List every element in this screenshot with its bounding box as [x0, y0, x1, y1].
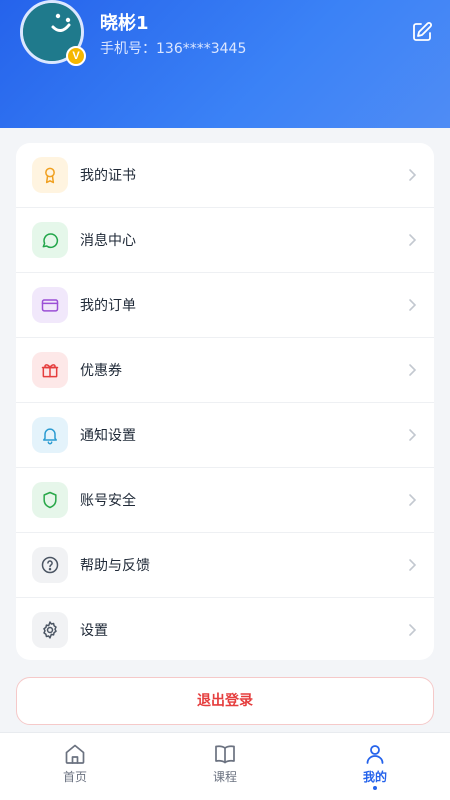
menu-card: 我的证书 消息中心 我的订单 优惠券 通知设置 账号安全 帮助与反馈 设置: [16, 143, 434, 660]
shield-icon: [32, 482, 68, 518]
profile-header: V 晓彬1 手机号：136****3445: [0, 0, 450, 128]
menu-item-notifications[interactable]: 通知设置: [16, 403, 434, 468]
active-tab-indicator: [373, 786, 377, 790]
menu-item-label: 消息中心: [80, 233, 136, 249]
vip-badge: V: [66, 46, 86, 66]
menu-item-account-security[interactable]: 账号安全: [16, 468, 434, 533]
tab-home[interactable]: 首页: [0, 733, 150, 800]
menu-item-coupons[interactable]: 优惠券: [16, 338, 434, 403]
username: 晓彬1: [100, 13, 149, 34]
tab-label: 首页: [62, 770, 87, 784]
bottom-tab-bar: 首页 课程 我的: [0, 732, 450, 800]
edit-icon[interactable]: [410, 20, 434, 44]
avatar[interactable]: V: [20, 0, 86, 66]
award-icon: [32, 157, 68, 193]
menu-item-orders[interactable]: 我的订单: [16, 273, 434, 338]
menu-item-label: 我的证书: [80, 168, 136, 184]
chevron-right-icon: [409, 169, 417, 181]
tab-label: 我的: [362, 770, 387, 784]
help-circle-icon: [32, 547, 68, 583]
menu-item-certificates[interactable]: 我的证书: [16, 143, 434, 208]
menu-item-label: 设置: [80, 623, 108, 639]
phone-row: 手机号：136****3445: [100, 38, 246, 58]
gift-icon: [32, 352, 68, 388]
book-icon: [215, 745, 235, 764]
chevron-right-icon: [409, 429, 417, 441]
bell-icon: [32, 417, 68, 453]
tab-mine[interactable]: 我的: [300, 733, 450, 800]
chevron-right-icon: [409, 299, 417, 311]
gear-icon: [32, 612, 68, 648]
chat-bubble-icon: [32, 222, 68, 258]
tab-label: 课程: [212, 770, 237, 784]
logout-button[interactable]: 退出登录: [16, 677, 434, 725]
menu-item-label: 通知设置: [80, 428, 136, 444]
chevron-right-icon: [409, 234, 417, 246]
chevron-right-icon: [409, 364, 417, 376]
phone-label: 手机号：: [100, 41, 156, 57]
menu-item-help-feedback[interactable]: 帮助与反馈: [16, 533, 434, 598]
home-icon: [65, 744, 85, 764]
menu-item-settings[interactable]: 设置: [16, 598, 434, 660]
user-icon: [366, 745, 384, 764]
menu-item-label: 账号安全: [80, 493, 136, 509]
tab-courses[interactable]: 课程: [150, 733, 300, 800]
chevron-right-icon: [409, 624, 417, 636]
menu-item-label: 帮助与反馈: [80, 558, 150, 574]
card-icon: [32, 287, 68, 323]
phone-number: 136****3445: [156, 41, 247, 57]
menu-item-messages[interactable]: 消息中心: [16, 208, 434, 273]
chevron-right-icon: [409, 559, 417, 571]
chevron-right-icon: [409, 494, 417, 506]
menu-item-label: 优惠券: [80, 363, 122, 379]
menu-item-label: 我的订单: [80, 298, 136, 314]
